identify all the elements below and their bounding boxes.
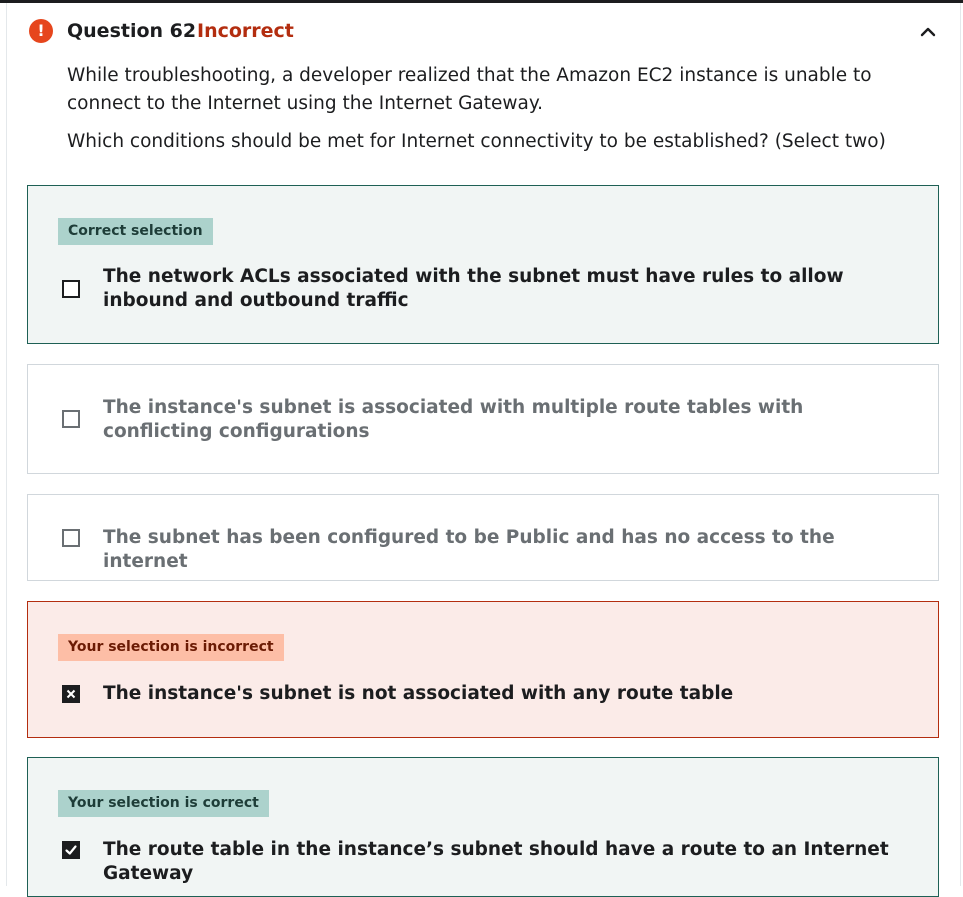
x-mark-icon [66,689,76,699]
result-badge: Correct selection [58,218,213,245]
answer-checkbox[interactable] [62,685,80,703]
answer-option[interactable]: Your selection is incorrect The instance… [27,601,939,738]
answer-label: The route table in the instance’s subnet… [103,839,889,884]
answer-option[interactable]: The subnet has been configured to be Pub… [27,494,939,581]
answer-label: The instance's subnet is associated with… [103,397,804,442]
answer-label: The network ACLs associated with the sub… [103,266,844,311]
answer-option[interactable]: The instance's subnet is associated with… [27,364,939,474]
answer-label: The subnet has been configured to be Pub… [103,527,835,572]
checkmark-icon [65,845,77,855]
question-instruction: Which conditions should be met for Inter… [67,131,886,152]
question-prompt: While troubleshooting, a developer reali… [67,62,943,156]
alert-circle-icon: ! [29,19,53,43]
answer-option[interactable]: Your selection is correct The route tabl… [27,757,939,897]
question-header[interactable]: ! Question 62 Incorrect [29,18,941,46]
result-badge: Your selection is incorrect [58,634,284,661]
answer-option[interactable]: Correct selection The network ACLs assoc… [27,185,939,344]
question-title: Question 62 [67,20,197,42]
answer-checkbox[interactable] [62,280,80,298]
answer-checkbox[interactable] [62,841,80,859]
question-status: Incorrect [197,20,294,42]
answer-label: The instance's subnet is not associated … [103,683,734,704]
question-text: While troubleshooting, a developer reali… [67,65,872,114]
chevron-up-icon[interactable] [915,18,941,44]
answer-checkbox[interactable] [62,410,80,428]
answer-checkbox[interactable] [62,529,80,547]
result-badge: Your selection is correct [58,790,269,817]
